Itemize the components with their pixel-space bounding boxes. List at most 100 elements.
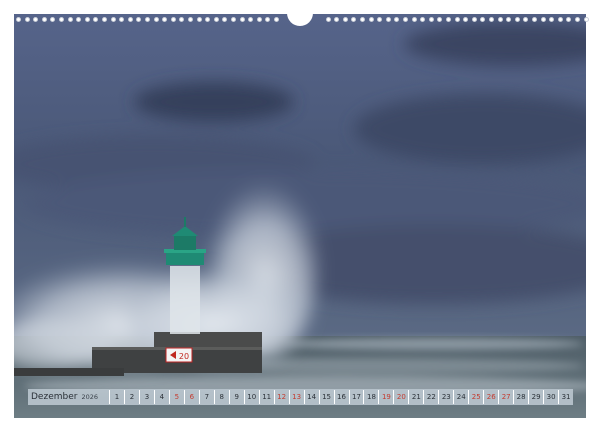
binding-hole [360, 17, 365, 22]
day-cell: 18 [363, 390, 378, 404]
binding-hole [76, 17, 82, 22]
binding-hole [248, 17, 254, 22]
binding-hole [471, 17, 477, 22]
day-cell: 24 [453, 390, 468, 404]
day-cell: 22 [423, 390, 438, 404]
pier-sign: 20 [165, 347, 193, 363]
binding-hole [16, 17, 21, 22]
binding-hole [385, 17, 391, 22]
binding-hole [239, 17, 245, 22]
day-cell: 8 [213, 390, 229, 404]
binding-hole [394, 17, 400, 22]
binding-hole [420, 17, 426, 22]
day-cell: 14 [303, 390, 319, 404]
binding-hole [41, 17, 47, 22]
binding-hole [50, 17, 56, 22]
day-cell: 26 [483, 390, 498, 404]
binding-hole [557, 17, 563, 22]
binding-hole [342, 17, 348, 22]
storm-lighthouse-scene: 20 [14, 14, 586, 418]
day-cell: 25 [468, 390, 483, 404]
month-label: Dezember 2026 [28, 392, 109, 402]
day-cell: 10 [243, 390, 259, 404]
binding-hole [24, 17, 30, 22]
month-year: 2026 [81, 393, 98, 401]
binding-hole [454, 17, 460, 22]
pier-sign-text: 20 [179, 352, 189, 361]
day-cell: 6 [183, 390, 199, 404]
binding-hole [446, 17, 451, 22]
day-cell: 31 [558, 390, 573, 404]
binding-hole [136, 17, 142, 22]
day-cell: 1 [109, 390, 124, 404]
day-cell: 13 [288, 390, 304, 404]
binding-hole [566, 17, 572, 22]
binding-hole [411, 17, 417, 22]
day-cell: 21 [408, 390, 423, 404]
binding-hole [540, 17, 546, 22]
binding-hole [575, 17, 580, 22]
binding-hole [188, 17, 193, 22]
month-name: Dezember [31, 392, 78, 402]
calendar-photo: 20 [14, 14, 586, 418]
day-cell: 9 [228, 390, 244, 404]
binding-hole [196, 17, 202, 22]
binding-hole [532, 17, 537, 22]
binding-hole [351, 17, 357, 22]
binding-hole [334, 17, 340, 22]
day-cell: 30 [543, 390, 558, 404]
binding-hole [506, 17, 512, 22]
binding-hole [265, 17, 271, 22]
binding-hole [102, 17, 107, 22]
binding-hole [33, 17, 39, 22]
binding-hole [213, 17, 219, 22]
binding-hole [428, 17, 434, 22]
binding-hole [110, 17, 116, 22]
day-cell: 7 [198, 390, 214, 404]
binding-hole [153, 17, 159, 22]
day-cell: 20 [393, 390, 408, 404]
binding-hole [368, 17, 374, 22]
day-cell: 4 [153, 390, 169, 404]
binding-hole [256, 17, 262, 22]
binding-hole [127, 17, 133, 22]
binding-hole [523, 17, 529, 22]
binding-hole [480, 17, 486, 22]
calendar-strip: Dezember 2026 1 2 3 4 5 6 7 8 9 10 11 12 13 14 15 16 17 18… [28, 389, 573, 405]
day-cell: 19 [378, 390, 393, 404]
binding-hole [325, 17, 331, 22]
day-cell: 5 [168, 390, 184, 404]
binding-hole [179, 17, 185, 22]
binding-hole [162, 17, 168, 22]
day-cell: 28 [513, 390, 528, 404]
binding-hole [514, 17, 520, 22]
binding-hole [463, 17, 469, 22]
binding-hole [119, 17, 125, 22]
day-cell: 16 [333, 390, 349, 404]
day-cell: 27 [498, 390, 513, 404]
day-cell: 29 [528, 390, 543, 404]
binding-hole [59, 17, 64, 22]
binding-hole [231, 17, 236, 22]
binding-hole [377, 17, 383, 22]
binding-hole [93, 17, 99, 22]
binding-hole [489, 17, 494, 22]
binding-hole [67, 17, 73, 22]
day-cell: 2 [123, 390, 139, 404]
binding-hole [222, 17, 228, 22]
binding-hole [437, 17, 443, 22]
day-cell: 3 [138, 390, 154, 404]
day-cell: 15 [318, 390, 334, 404]
binding-hole [170, 17, 176, 22]
binding-hole [274, 17, 279, 22]
day-cell: 23 [438, 390, 453, 404]
day-cell: 17 [348, 390, 364, 404]
binding-hole [549, 17, 555, 22]
day-cell: 12 [273, 390, 289, 404]
binding-hole [403, 17, 408, 22]
day-cells: 1 2 3 4 5 6 7 8 9 10 11 12 13 14 15 16 17 18 19 20 21 22 23 24 2… [109, 390, 573, 404]
day-cell: 11 [258, 390, 274, 404]
binding-hole [583, 17, 589, 22]
binding-hole [84, 17, 90, 22]
binding-hole [497, 17, 503, 22]
